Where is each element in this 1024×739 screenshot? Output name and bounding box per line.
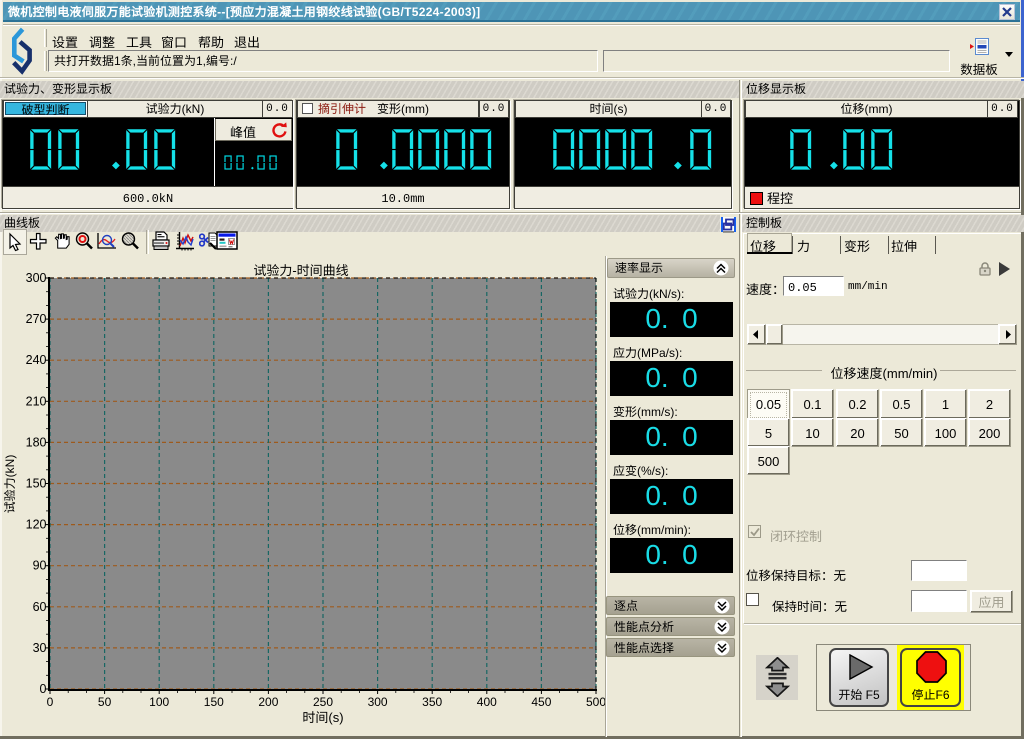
svg-text:100: 100 bbox=[149, 695, 169, 709]
svg-text:30: 30 bbox=[33, 641, 47, 655]
svg-text:150: 150 bbox=[204, 695, 224, 709]
svg-text:400: 400 bbox=[477, 695, 497, 709]
svg-text:60: 60 bbox=[33, 600, 47, 614]
svg-text:500: 500 bbox=[586, 695, 606, 709]
svg-text:试验力-时间曲线: 试验力-时间曲线 bbox=[253, 260, 348, 279]
svg-text:时间(s): 时间(s) bbox=[302, 707, 343, 726]
svg-text:180: 180 bbox=[26, 435, 47, 449]
svg-text:90: 90 bbox=[33, 559, 47, 573]
svg-text:210: 210 bbox=[26, 394, 47, 408]
svg-text:350: 350 bbox=[422, 695, 442, 709]
svg-text:试验力(kN): 试验力(kN) bbox=[1, 455, 18, 514]
svg-text:200: 200 bbox=[258, 695, 278, 709]
svg-text:240: 240 bbox=[26, 353, 47, 367]
svg-text:50: 50 bbox=[98, 695, 112, 709]
svg-text:150: 150 bbox=[26, 477, 47, 491]
svg-text:120: 120 bbox=[26, 518, 47, 532]
svg-text:300: 300 bbox=[368, 695, 388, 709]
svg-text:300: 300 bbox=[26, 271, 47, 285]
svg-text:450: 450 bbox=[531, 695, 551, 709]
svg-text:270: 270 bbox=[26, 312, 47, 326]
svg-text:0: 0 bbox=[47, 695, 54, 709]
